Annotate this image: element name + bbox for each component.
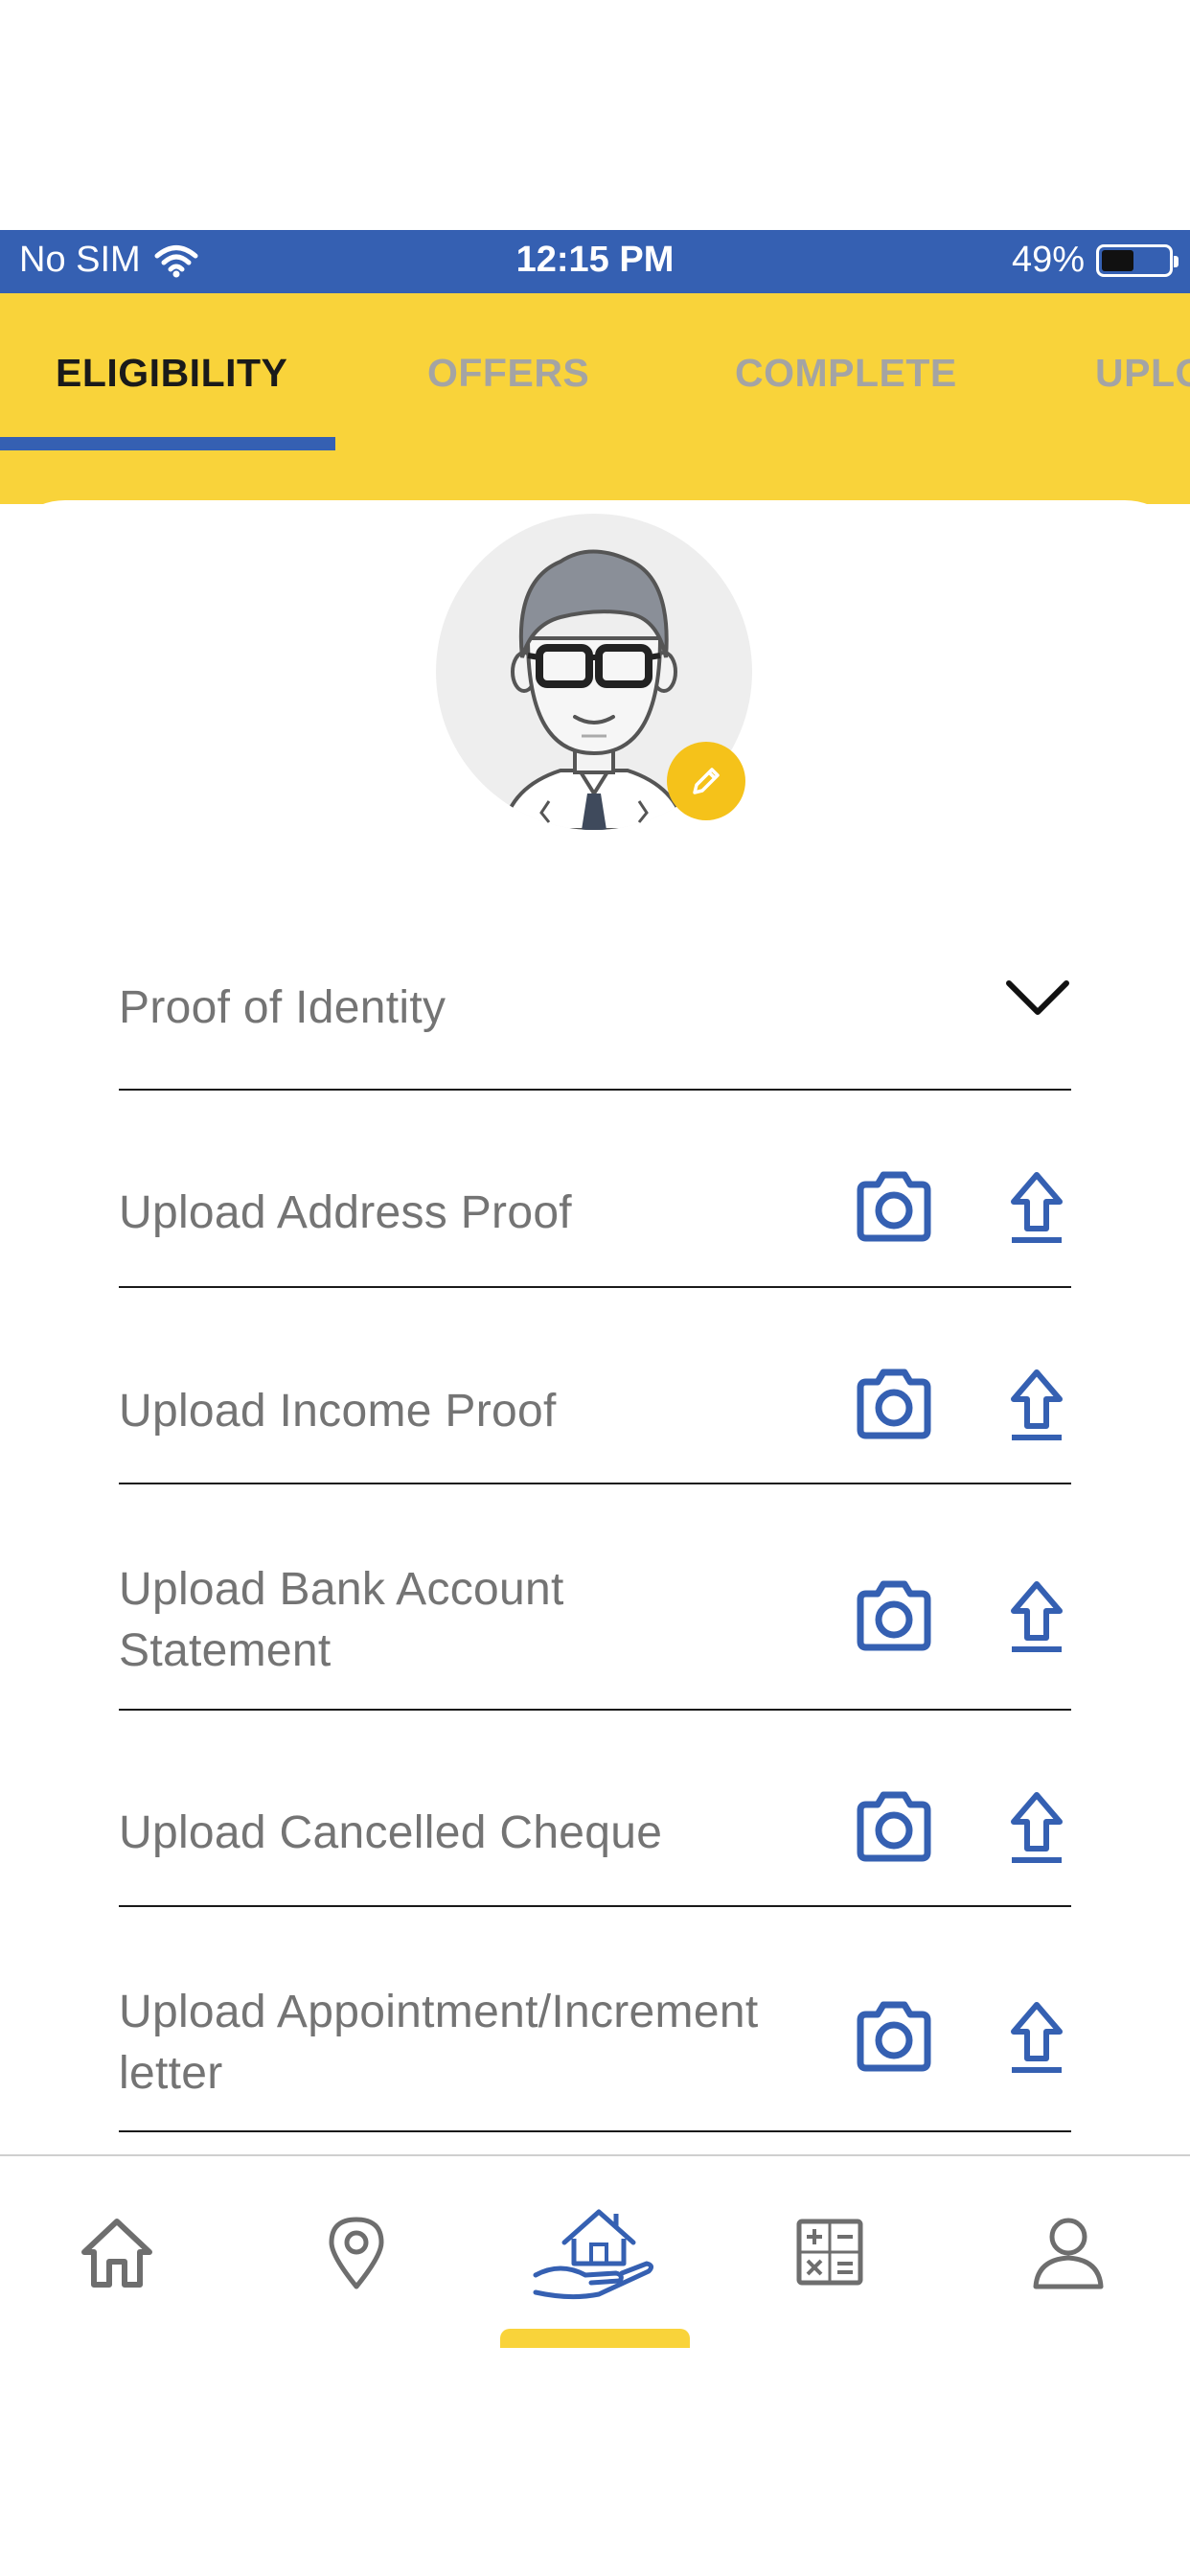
tab-eligibility[interactable]: ELIGIBILITY [56,351,287,396]
camera-icon[interactable] [855,1368,933,1439]
tab-upload[interactable]: UPLO [1095,351,1190,396]
tab-offers[interactable]: OFFERS [427,351,589,396]
upload-income-proof-row: Upload Income Proof [119,1286,1071,1484]
edit-avatar-button[interactable] [667,742,745,820]
upload-cancelled-cheque-label: Upload Cancelled Cheque [119,1807,663,1858]
active-nav-indicator [500,2329,690,2348]
calculator-icon[interactable] [791,2214,868,2290]
upload-cancelled-cheque-row: Upload Cancelled Cheque [119,1709,1071,1907]
upload-icon[interactable] [1008,1171,1065,1246]
upload-address-proof-label: Upload Address Proof [119,1187,572,1238]
identity-dropdown[interactable]: Proof of Identity [119,939,1071,1091]
location-pin-icon[interactable] [318,2214,395,2290]
battery-nub [1174,255,1179,267]
pencil-icon [693,768,720,794]
bottom-nav [0,2154,1190,2348]
home-loan-icon[interactable] [532,2200,656,2304]
upload-icon[interactable] [1008,2001,1065,2076]
upload-icon[interactable] [1008,1368,1065,1443]
upload-bank-statement-label: Upload Bank Account Statement [119,1564,564,1676]
tab-complete[interactable]: COMPLETE [735,351,957,396]
upload-address-proof-row: Upload Address Proof [119,1089,1071,1288]
camera-icon[interactable] [855,2001,933,2072]
battery-percent: 49% [1011,240,1085,280]
camera-icon[interactable] [855,1580,933,1651]
status-bar: No SIM 12:15 PM 49% [0,230,1190,293]
battery-fill [1102,249,1133,271]
camera-icon[interactable] [855,1791,933,1862]
home-icon[interactable] [79,2214,155,2290]
battery-icon [1096,243,1179,277]
status-right: 49% [1011,240,1179,281]
upload-icon[interactable] [1008,1580,1065,1655]
step-tabs: ELIGIBILITY OFFERS COMPLETE UPLO [0,293,1190,504]
chevron-down-icon [1006,980,1069,1015]
upload-bank-statement-row: Upload Bank Account Statement [119,1483,1071,1711]
upload-income-proof-label: Upload Income Proof [119,1386,557,1437]
active-tab-indicator [0,437,335,450]
upload-appointment-letter-label: Upload Appointment/Increment letter [119,1987,759,2099]
upload-appointment-letter-row: Upload Appointment/Increment letter [119,1905,1071,2132]
camera-icon[interactable] [855,1171,933,1242]
profile-icon[interactable] [1030,2214,1107,2290]
identity-dropdown-label: Proof of Identity [119,982,446,1033]
upload-icon[interactable] [1008,1791,1065,1866]
